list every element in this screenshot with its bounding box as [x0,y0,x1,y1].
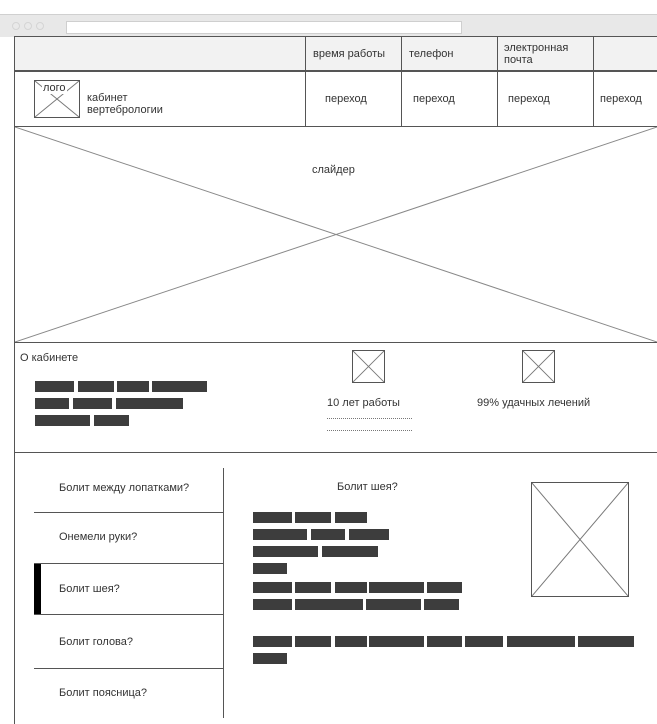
address-bar[interactable] [66,21,462,34]
slider-label: слайдер [312,164,355,176]
faq-item-1[interactable]: Онемели руки? [34,513,223,563]
window-close-icon[interactable] [12,22,20,30]
faq-item-label: Онемели руки? [59,531,138,543]
nav-link-4[interactable]: переход [600,93,642,105]
faq-item-label: Болит шея? [59,583,120,595]
about-title: О кабинете [20,352,79,364]
nav-link-1[interactable]: переход [325,93,367,105]
faq-item-label: Болит поясница? [59,687,148,699]
faq-item-0[interactable]: Болит между лопатками? [34,468,223,512]
faq-detail-title: Болит шея? [337,481,398,493]
logo-placeholder[interactable]: лого [34,80,80,118]
faq-item-4[interactable]: Болит поясница? [34,669,223,719]
header-email[interactable]: электронная почта [504,42,584,66]
nav-link-3[interactable]: переход [508,93,550,105]
nav-link-2[interactable]: переход [413,93,455,105]
stat-success: 99% удачных лечений [477,397,591,409]
active-marker [34,564,41,614]
stat-years: 10 лет работы [327,397,400,409]
years-icon [352,350,385,383]
faq-item-3[interactable]: Болит голова? [34,615,223,668]
faq-item-label: Болит между лопатками? [59,482,190,494]
success-icon [522,350,555,383]
stat-dotted-line-2 [327,430,412,431]
stat-dotted-line-1 [327,418,412,419]
header-phone[interactable]: телефон [409,48,453,60]
faq-item-label: Болит голова? [59,636,134,648]
slider-placeholder[interactable]: слайдер [15,127,657,342]
logo-label: лого [42,82,67,94]
faq-item-2-active[interactable]: Болит шея? [34,564,223,614]
header-working-hours[interactable]: время работы [313,48,385,60]
site-title: кабинет вертебрологии [87,92,163,116]
window-maximize-icon[interactable] [36,22,44,30]
window-minimize-icon[interactable] [24,22,32,30]
browser-titlebar [0,14,657,37]
faq-image-placeholder [531,482,629,597]
